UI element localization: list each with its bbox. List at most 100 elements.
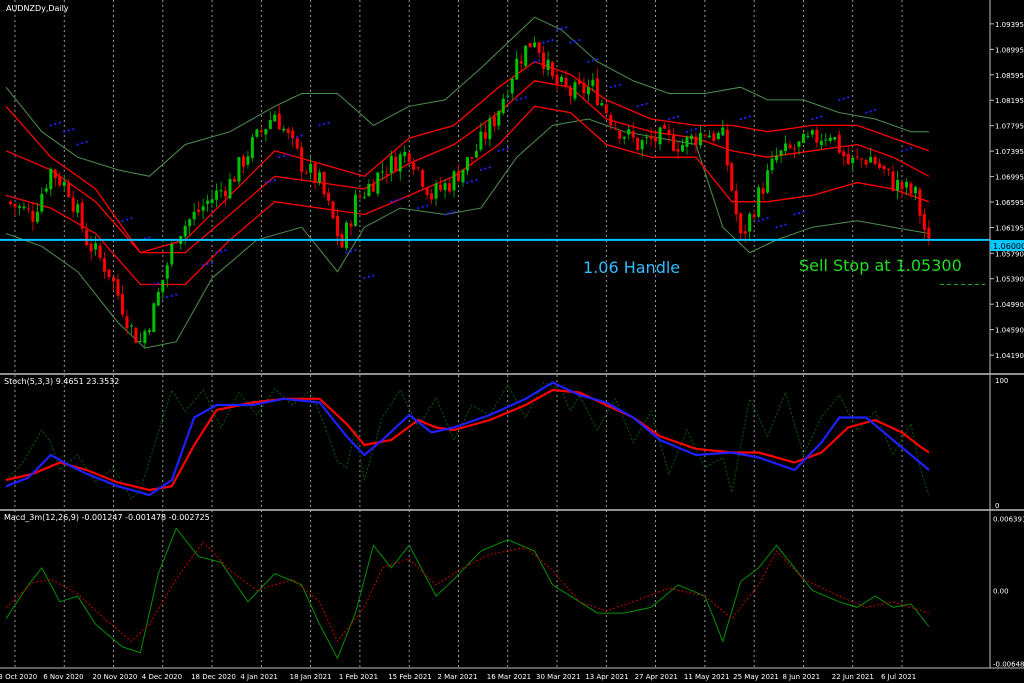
candle-body[interactable] xyxy=(779,150,783,156)
candle-body[interactable] xyxy=(434,183,438,199)
candle-body[interactable] xyxy=(277,113,281,130)
candle-body[interactable] xyxy=(465,157,469,171)
candle-body[interactable] xyxy=(394,156,398,172)
candle-body[interactable] xyxy=(327,192,331,201)
trading-chart[interactable]: AUDNZDy,Daily 1.06 Handle Sell Stop at 1… xyxy=(0,0,1024,683)
candle-body[interactable] xyxy=(533,42,537,47)
candle-body[interactable] xyxy=(322,172,326,195)
candle-body[interactable] xyxy=(228,179,232,199)
candle-body[interactable] xyxy=(416,167,420,169)
candle-body[interactable] xyxy=(551,62,555,77)
candle-body[interactable] xyxy=(241,156,245,167)
candle-body[interactable] xyxy=(125,316,129,329)
candle-body[interactable] xyxy=(519,61,523,64)
candle-body[interactable] xyxy=(698,133,702,146)
candle-body[interactable] xyxy=(197,209,201,212)
candle-body[interactable] xyxy=(17,206,21,208)
candle-body[interactable] xyxy=(649,135,653,139)
candle-body[interactable] xyxy=(609,114,613,126)
candle-body[interactable] xyxy=(456,171,460,182)
candle-body[interactable] xyxy=(232,178,236,182)
candle-body[interactable] xyxy=(716,132,720,140)
candle-body[interactable] xyxy=(667,129,671,135)
candle-body[interactable] xyxy=(398,154,402,172)
candle-body[interactable] xyxy=(797,141,801,147)
candle-body[interactable] xyxy=(707,135,711,138)
candle-body[interactable] xyxy=(882,165,886,170)
candle-body[interactable] xyxy=(246,156,250,165)
candle-body[interactable] xyxy=(376,172,380,194)
candle-body[interactable] xyxy=(878,163,882,168)
candle-body[interactable] xyxy=(94,243,98,250)
candle-body[interactable] xyxy=(349,223,353,227)
candle-body[interactable] xyxy=(8,201,12,205)
candle-body[interactable] xyxy=(412,162,416,170)
candle-body[interactable] xyxy=(49,168,53,190)
candle-body[interactable] xyxy=(107,269,111,277)
candle-body[interactable] xyxy=(506,95,510,97)
candle-body[interactable] xyxy=(896,179,900,191)
candle-body[interactable] xyxy=(201,206,205,211)
candle-body[interactable] xyxy=(143,331,147,344)
candle-body[interactable] xyxy=(40,193,44,212)
candle-body[interactable] xyxy=(537,42,541,53)
candle-body[interactable] xyxy=(479,131,483,150)
candle-body[interactable] xyxy=(613,127,617,129)
candle-body[interactable] xyxy=(165,265,169,279)
candle-body[interactable] xyxy=(188,219,192,227)
candle-body[interactable] xyxy=(35,211,39,222)
candle-body[interactable] xyxy=(497,110,501,126)
candle-body[interactable] xyxy=(336,216,340,237)
candle-body[interactable] xyxy=(219,190,223,192)
candle-body[interactable] xyxy=(430,193,434,200)
candle-body[interactable] xyxy=(792,148,796,150)
candle-body[interactable] xyxy=(568,87,572,97)
candle-body[interactable] xyxy=(264,129,268,135)
candle-body[interactable] xyxy=(837,134,841,153)
candle-body[interactable] xyxy=(748,213,752,232)
candle-body[interactable] xyxy=(640,140,644,150)
candle-body[interactable] xyxy=(13,204,17,208)
candle-body[interactable] xyxy=(833,137,837,140)
candle-body[interactable] xyxy=(586,87,590,95)
candle-body[interactable] xyxy=(112,277,116,282)
candle-body[interactable] xyxy=(291,130,295,138)
candle-body[interactable] xyxy=(192,211,196,220)
candle-body[interactable] xyxy=(138,340,142,342)
candle-body[interactable] xyxy=(344,222,348,249)
candle-body[interactable] xyxy=(89,243,93,252)
candle-body[interactable] xyxy=(909,183,913,194)
candle-body[interactable] xyxy=(206,200,210,204)
candle-body[interactable] xyxy=(492,116,496,127)
candle-body[interactable] xyxy=(524,45,528,67)
candle-body[interactable] xyxy=(470,157,474,159)
candle-body[interactable] xyxy=(134,327,138,343)
candle-body[interactable] xyxy=(770,158,774,171)
candle-body[interactable] xyxy=(680,145,684,152)
candle-body[interactable] xyxy=(448,183,452,192)
candle-body[interactable] xyxy=(622,136,626,139)
candle-body[interactable] xyxy=(501,98,505,114)
candle-body[interactable] xyxy=(129,325,133,327)
candle-body[interactable] xyxy=(443,183,447,191)
candle-body[interactable] xyxy=(815,129,819,143)
candle-body[interactable] xyxy=(739,213,743,234)
candle-body[interactable] xyxy=(730,163,734,191)
candle-body[interactable] xyxy=(85,229,89,246)
candle-body[interactable] xyxy=(255,129,259,137)
candle-body[interactable] xyxy=(156,291,160,306)
candle-body[interactable] xyxy=(824,139,828,141)
candle-body[interactable] xyxy=(828,137,832,141)
candle-body[interactable] xyxy=(582,82,586,94)
candle-body[interactable] xyxy=(743,231,747,234)
candle-body[interactable] xyxy=(577,79,581,84)
candle-body[interactable] xyxy=(371,183,375,192)
candle-body[interactable] xyxy=(483,132,487,139)
candle-body[interactable] xyxy=(103,258,107,272)
candle-body[interactable] xyxy=(891,171,895,191)
candle-body[interactable] xyxy=(689,135,693,140)
candle-body[interactable] xyxy=(116,279,120,296)
candle-body[interactable] xyxy=(927,227,931,239)
candle-body[interactable] xyxy=(703,134,707,137)
candle-body[interactable] xyxy=(784,143,788,151)
